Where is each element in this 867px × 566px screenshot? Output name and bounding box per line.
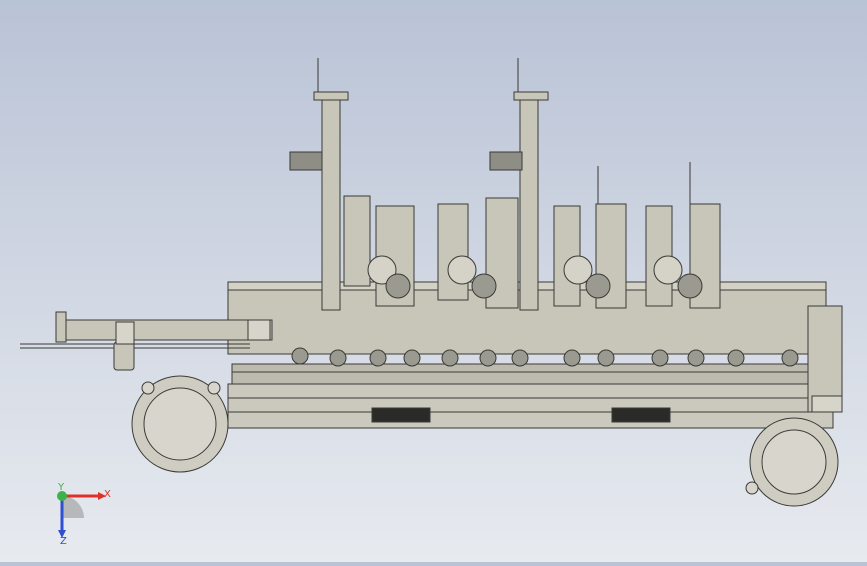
left-wheel [131,375,229,473]
y-axis-label: Y [57,482,65,493]
base-slot-left [371,407,431,423]
stand-group-4 [645,162,721,309]
inlet-cylinder [113,341,135,371]
cad-viewport[interactable]: X Y Z [0,0,867,562]
roll-forming-machine [20,58,843,507]
inlet-guide [115,321,135,345]
base-slot-right [611,407,671,423]
right-wheel [745,417,839,507]
x-axis-label: X [104,489,111,500]
inlet-arm-end [247,319,271,341]
stand-group-3 [553,166,627,309]
outlet-plate [811,395,843,413]
stand-group-2 [437,58,549,311]
inlet-arm [61,319,273,341]
z-axis-label: Z [60,536,67,547]
inlet-post [55,311,67,343]
base-beam [227,383,834,429]
conveyor-rail [231,363,828,385]
axis-triad: X Y Z [57,482,111,547]
stand-group-1 [289,58,415,311]
machine-drawing: X Y Z [20,58,843,547]
